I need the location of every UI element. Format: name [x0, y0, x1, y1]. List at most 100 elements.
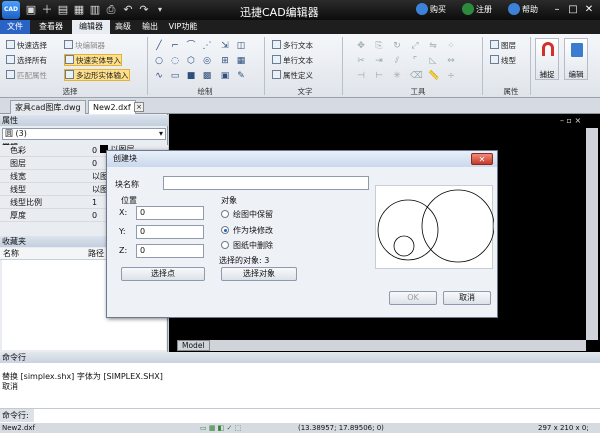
ellipse-icon[interactable]: ◌	[170, 56, 180, 66]
hatch-icon[interactable]: ◫	[236, 41, 246, 51]
save-as-icon[interactable]: ▥	[88, 3, 102, 17]
array-icon[interactable]: ⁘	[446, 41, 456, 51]
select-objects-button[interactable]: 选择对象	[221, 267, 297, 281]
cart-icon[interactable]	[416, 3, 428, 15]
plus-icon[interactable]: ＋	[40, 3, 54, 17]
radio-retain[interactable]	[221, 210, 229, 218]
z-input[interactable]: 0	[136, 244, 204, 258]
divide-icon[interactable]: ÷	[446, 71, 456, 81]
maximize-icon[interactable]: □	[566, 3, 580, 17]
column-path[interactable]: 路径	[88, 248, 104, 260]
block-editor-button[interactable]: 块编辑器	[64, 40, 105, 52]
dtext-button[interactable]: 单行文本	[272, 55, 313, 67]
redo-icon[interactable]: ↷	[137, 3, 151, 17]
dimension-icon[interactable]: ⇲	[220, 41, 230, 51]
help-link[interactable]: 帮助	[522, 4, 538, 15]
undo-icon[interactable]: ↶	[121, 3, 135, 17]
radio-convert[interactable]	[221, 226, 229, 234]
trim-icon[interactable]: ✂	[356, 56, 366, 66]
polygon-icon[interactable]: ⬡	[186, 56, 196, 66]
erase-icon[interactable]: ⌫	[410, 71, 423, 81]
minimize-icon[interactable]: –	[550, 3, 564, 17]
tab-close-icon[interactable]: ×	[134, 102, 144, 112]
open-icon[interactable]: ▤	[56, 3, 70, 17]
print-icon[interactable]: ⎙	[104, 3, 118, 17]
tab-model[interactable]: Model	[177, 340, 210, 351]
tab-new2-dxf[interactable]: New2.dxf	[88, 100, 136, 114]
column-name[interactable]: 名称	[3, 248, 19, 260]
snap-button[interactable]: 捕捉	[535, 38, 559, 80]
fillet-icon[interactable]: ⌜	[410, 56, 420, 66]
x-input[interactable]: 0	[136, 206, 204, 220]
menu-viewer[interactable]: 查看器	[33, 20, 69, 34]
solid-fill-icon[interactable]: ■	[186, 71, 196, 81]
rectangle-icon[interactable]: ▭	[170, 71, 180, 81]
vertical-scrollbar[interactable]	[586, 128, 598, 340]
circle-icon[interactable]: ○	[154, 56, 164, 66]
break-icon[interactable]: ⊣	[356, 71, 366, 81]
grid-icon[interactable]: ▩	[202, 71, 212, 81]
menu-advanced[interactable]: 高级	[112, 20, 134, 34]
command-line: 取消	[2, 382, 18, 391]
tab-furniture-dwg[interactable]: 家具cad图库.dwg	[10, 100, 86, 114]
offset-icon[interactable]: ⫽	[392, 56, 402, 66]
linetype-button[interactable]: 线型	[490, 55, 516, 67]
menu-output[interactable]: 输出	[138, 20, 162, 34]
new-icon[interactable]: ▣	[24, 3, 38, 17]
quick-select-button[interactable]: 快速选择	[6, 40, 47, 52]
spline-icon[interactable]: ∿	[154, 71, 164, 81]
y-input[interactable]: 0	[136, 225, 204, 239]
edit-button[interactable]: 编辑	[564, 38, 588, 80]
mtext-button[interactable]: 多行文本	[272, 40, 313, 52]
point-icon[interactable]: ⋰	[202, 41, 212, 51]
separator	[530, 37, 531, 95]
horizontal-scrollbar-area[interactable]	[177, 340, 586, 351]
extend-icon[interactable]: ⇥	[374, 56, 384, 66]
line-icon[interactable]: ╱	[154, 41, 164, 51]
close-icon[interactable]: ✕	[471, 153, 493, 165]
radio-delete[interactable]	[221, 241, 229, 249]
entity-selector[interactable]: 圆 (3) ▾	[2, 128, 166, 140]
select-all-button[interactable]: 选择所有	[6, 55, 47, 67]
measure-icon[interactable]: 📏	[428, 71, 439, 81]
scale-icon[interactable]: ⤢	[410, 41, 420, 51]
layer-button[interactable]: 图层	[490, 40, 516, 52]
close-icon[interactable]: ✕	[582, 3, 596, 17]
menu-editor[interactable]: 编辑器	[72, 20, 110, 34]
stretch-icon[interactable]: ⇔	[446, 56, 456, 66]
pick-point-button[interactable]: 选择点	[121, 267, 205, 281]
menu-vip[interactable]: VIP功能	[166, 20, 200, 34]
join-icon[interactable]: ⊢	[374, 71, 384, 81]
chamfer-icon[interactable]: ◺	[428, 56, 438, 66]
buy-link[interactable]: 购买	[430, 4, 446, 15]
register-link[interactable]: 注册	[476, 4, 492, 15]
explode-icon[interactable]: ✳	[392, 71, 402, 81]
quick-entity-import-button[interactable]: 快速实体导入	[64, 54, 122, 66]
image-icon[interactable]: ▣	[220, 71, 230, 81]
rotate-icon[interactable]: ↻	[392, 41, 402, 51]
pen-icon[interactable]: ✎	[236, 71, 246, 81]
help-icon[interactable]	[508, 3, 520, 15]
cancel-button[interactable]: 取消	[443, 291, 491, 305]
donut-icon[interactable]: ◎	[202, 56, 212, 66]
dropdown-icon[interactable]: ▾	[153, 3, 167, 17]
menu-file[interactable]: 文件	[0, 20, 30, 34]
status-toggle-icons[interactable]: ▭ ▦ ◧ ✓ ⬚	[200, 423, 241, 433]
block-name-input[interactable]	[163, 176, 369, 190]
attdef-button[interactable]: 属性定义	[272, 70, 313, 82]
polyline-icon[interactable]: ⌐	[170, 41, 180, 51]
table-icon[interactable]: ▦	[236, 56, 246, 66]
copy-icon[interactable]: ⎘	[374, 41, 384, 51]
ok-button[interactable]: OK	[389, 291, 437, 305]
save-icon[interactable]: ▦	[72, 3, 86, 17]
polygon-entity-input-button[interactable]: 多边形实体输入	[64, 69, 130, 81]
user-icon[interactable]	[462, 3, 474, 15]
move-icon[interactable]: ✥	[356, 41, 366, 51]
mirror-icon[interactable]: ⇋	[428, 41, 438, 51]
mtext-label: 多行文本	[283, 41, 313, 50]
command-input[interactable]	[36, 410, 596, 421]
canvas-window-controls[interactable]: – ▫ ×	[560, 116, 598, 126]
match-props-button[interactable]: 匹配属性	[6, 70, 47, 82]
arc-icon[interactable]: ⌒	[186, 41, 196, 51]
insert-block-icon[interactable]: ⊞	[220, 56, 230, 66]
